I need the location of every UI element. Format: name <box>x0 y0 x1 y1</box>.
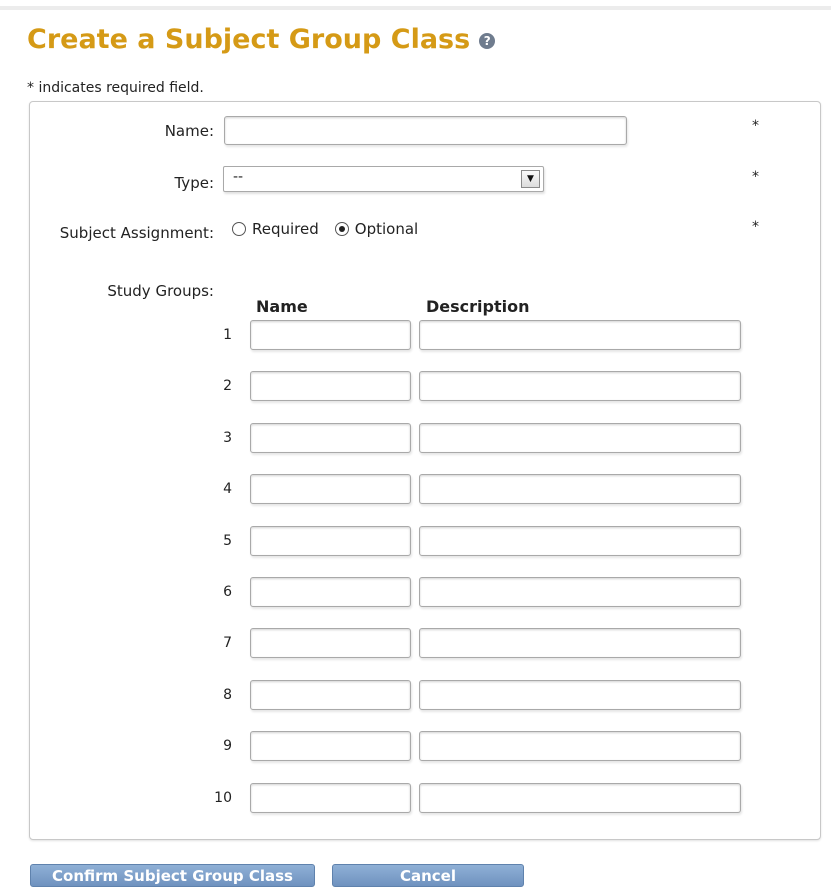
study-group-row-number: 5 <box>223 533 232 549</box>
subject-assignment-radio-group: Required Optional <box>232 220 434 238</box>
name-label: Name: <box>164 122 214 140</box>
type-select-value: -- <box>233 169 244 185</box>
study-group-row-number: 8 <box>223 687 232 703</box>
radio-required[interactable] <box>232 222 246 236</box>
study-group-row-number: 7 <box>223 635 232 651</box>
study-group-description-input[interactable] <box>419 577 741 607</box>
study-group-row-number: 1 <box>223 327 232 343</box>
page-title: Create a Subject Group Class ? <box>27 24 496 55</box>
type-select[interactable]: -- ▼ <box>223 166 544 192</box>
page-title-text: Create a Subject Group Class <box>27 24 471 55</box>
study-group-name-input[interactable] <box>250 526 411 556</box>
required-field-note: * indicates required field. <box>27 80 204 96</box>
subject-assignment-required-marker: * <box>752 219 759 235</box>
subject-assignment-label: Subject Assignment: <box>59 224 214 242</box>
study-group-description-input[interactable] <box>419 783 741 813</box>
chevron-down-icon[interactable]: ▼ <box>521 170 540 188</box>
name-required-marker: * <box>752 118 759 134</box>
radio-required-label: Required <box>252 220 319 238</box>
study-group-name-input[interactable] <box>250 474 411 504</box>
study-group-description-input[interactable] <box>419 320 741 350</box>
study-group-description-input[interactable] <box>419 371 741 401</box>
study-group-row-number: 2 <box>223 378 232 394</box>
study-group-description-input[interactable] <box>419 731 741 761</box>
study-group-row-number: 4 <box>223 481 232 497</box>
radio-optional-label: Optional <box>354 220 419 238</box>
study-group-row-number: 10 <box>214 790 232 806</box>
top-divider <box>0 6 831 10</box>
help-icon[interactable]: ? <box>479 33 496 49</box>
study-group-name-input[interactable] <box>250 628 411 658</box>
study-groups-label: Study Groups: <box>107 282 214 300</box>
radio-optional[interactable] <box>334 222 349 236</box>
study-group-description-input[interactable] <box>419 526 741 556</box>
study-group-row-number: 3 <box>223 430 232 446</box>
study-group-description-input[interactable] <box>419 628 741 658</box>
study-group-name-input[interactable] <box>250 371 411 401</box>
study-group-name-input[interactable] <box>250 423 411 453</box>
study-group-description-input[interactable] <box>419 474 741 504</box>
study-group-row-number: 9 <box>223 738 232 754</box>
study-groups-name-header: Name <box>256 297 308 316</box>
type-label: Type: <box>174 174 214 192</box>
type-required-marker: * <box>752 169 759 185</box>
cancel-button[interactable]: Cancel <box>332 864 524 887</box>
name-input[interactable] <box>224 116 627 145</box>
study-groups-description-header: Description <box>426 297 530 316</box>
study-group-name-input[interactable] <box>250 783 411 813</box>
study-group-row-number: 6 <box>223 584 232 600</box>
study-group-name-input[interactable] <box>250 731 411 761</box>
study-group-description-input[interactable] <box>419 423 741 453</box>
confirm-button[interactable]: Confirm Subject Group Class <box>30 864 315 887</box>
form-panel <box>29 101 821 840</box>
study-group-name-input[interactable] <box>250 320 411 350</box>
study-group-name-input[interactable] <box>250 680 411 710</box>
study-group-name-input[interactable] <box>250 577 411 607</box>
study-group-description-input[interactable] <box>419 680 741 710</box>
